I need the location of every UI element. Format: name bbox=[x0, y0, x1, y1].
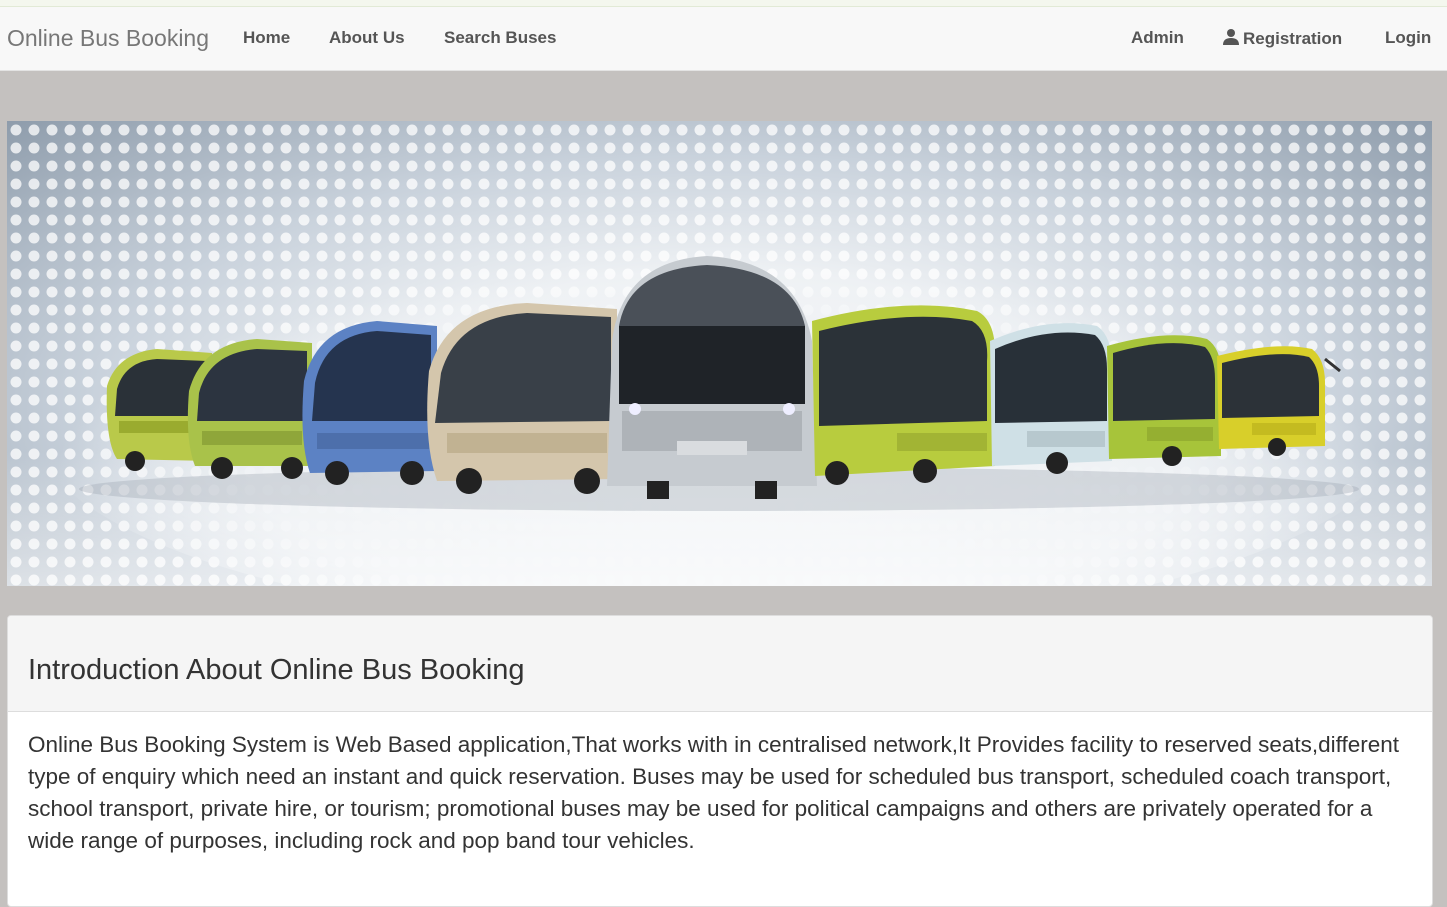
panel-title: Introduction About Online Bus Booking bbox=[28, 654, 525, 686]
brand-link[interactable]: Online Bus Booking bbox=[7, 25, 209, 52]
bus-5 bbox=[607, 256, 817, 499]
bus-9 bbox=[1217, 346, 1341, 456]
intro-panel: Introduction About Online Bus Booking On… bbox=[7, 615, 1433, 907]
user-icon bbox=[1223, 29, 1239, 45]
hero-banner-image bbox=[7, 121, 1432, 586]
nav-search-buses[interactable]: Search Buses bbox=[444, 28, 556, 48]
bus-3 bbox=[302, 321, 437, 485]
nav-about-us[interactable]: About Us bbox=[329, 28, 405, 48]
buses-banner-graphic bbox=[7, 121, 1432, 586]
top-accent-line bbox=[0, 0, 1447, 7]
bus-4 bbox=[427, 303, 617, 494]
nav-registration-label: Registration bbox=[1243, 29, 1343, 48]
bus-8 bbox=[1107, 335, 1222, 466]
panel-heading: Introduction About Online Bus Booking bbox=[8, 616, 1432, 712]
nav-home[interactable]: Home bbox=[243, 28, 290, 48]
bus-2 bbox=[187, 339, 312, 479]
nav-registration[interactable]: Registration bbox=[1222, 28, 1342, 49]
nav-admin[interactable]: Admin bbox=[1131, 28, 1184, 48]
nav-login[interactable]: Login bbox=[1385, 28, 1431, 48]
panel-body-text: Online Bus Booking System is Web Based a… bbox=[28, 732, 1400, 853]
bus-7 bbox=[990, 323, 1112, 474]
navbar: Online Bus Booking Home About Us Search … bbox=[0, 7, 1447, 71]
bus-6 bbox=[812, 305, 996, 485]
